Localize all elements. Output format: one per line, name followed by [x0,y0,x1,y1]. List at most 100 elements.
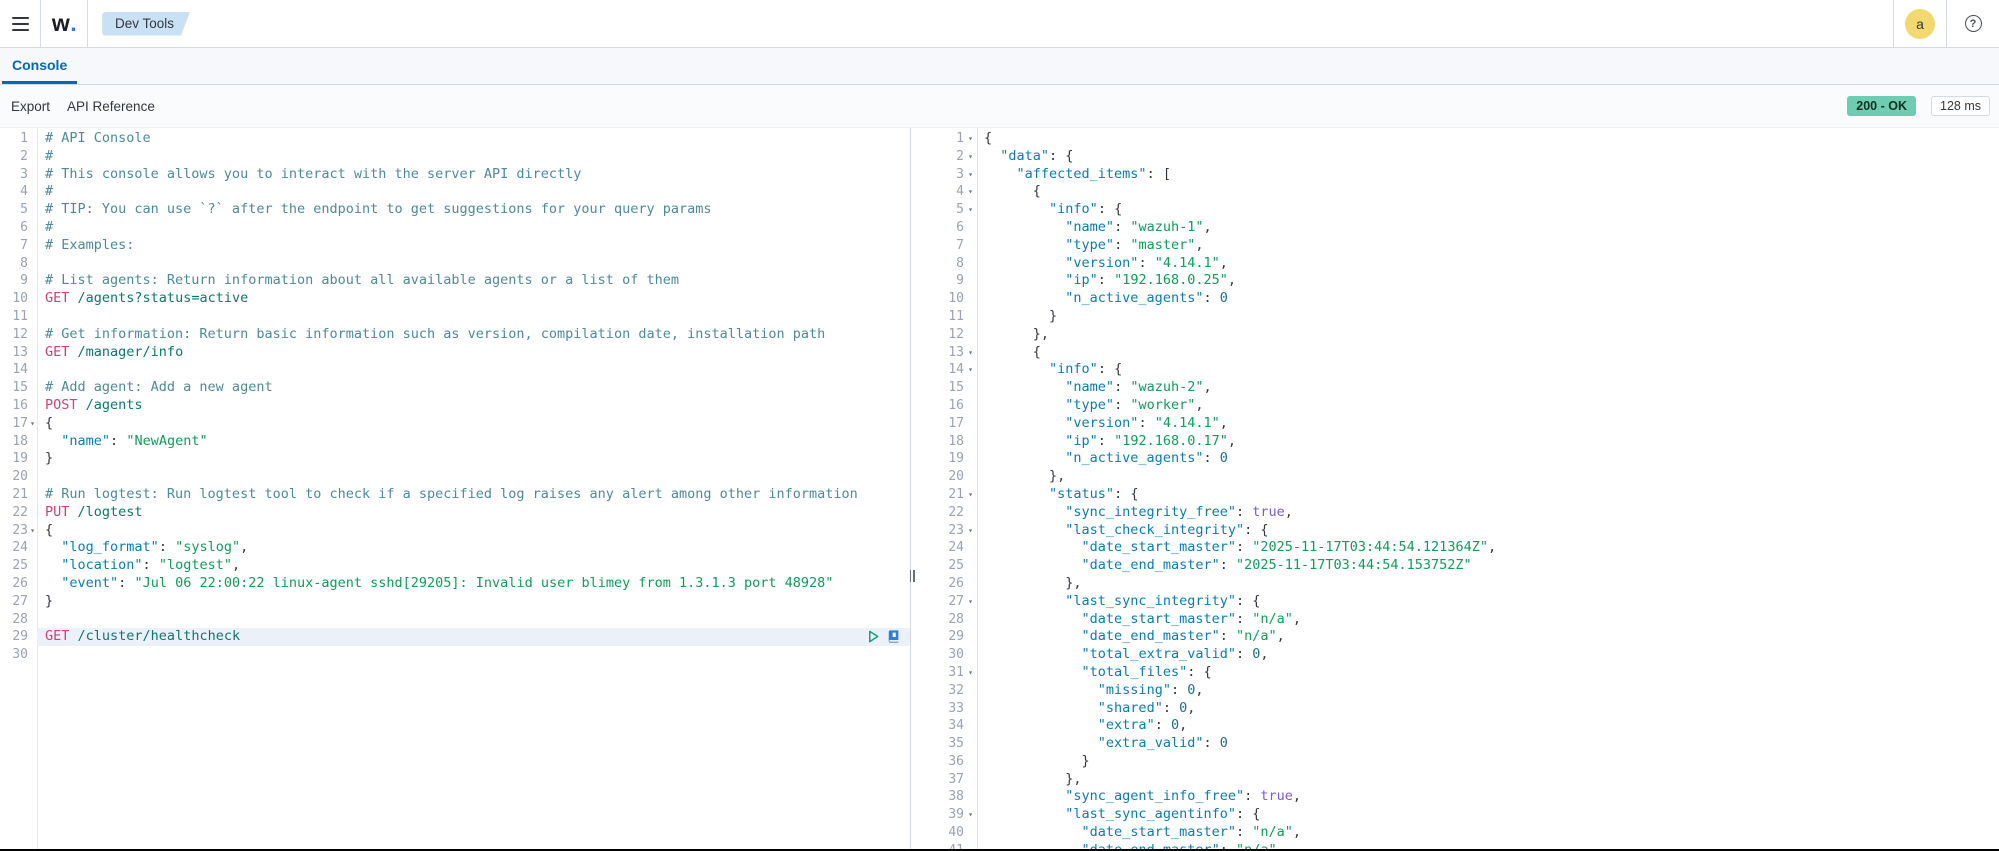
help-button[interactable]: ? [1947,0,1999,47]
code-line[interactable]: 6 "name": "wazuh-1", [911,219,1999,237]
code-line[interactable]: 20 }, [911,468,1999,486]
fold-toggle-icon[interactable]: ▾ [28,522,37,540]
code-line[interactable]: 5 ▾ "info": { [911,201,1999,219]
code-line[interactable]: 34 "extra": 0, [911,717,1999,735]
code-line[interactable]: 40 "date_start_master": "n/a", [911,824,1999,842]
code-line[interactable]: 26 }, [911,575,1999,593]
fold-toggle-icon[interactable]: ▾ [964,361,977,379]
code-line[interactable]: 27} [0,593,910,611]
code-line[interactable]: 28 "date_start_master": "n/a", [911,611,1999,629]
code-line[interactable]: 17 "version": "4.14.1", [911,415,1999,433]
code-line[interactable]: 18 "ip": "192.168.0.17", [911,433,1999,451]
fold-toggle-icon[interactable]: ▾ [964,166,977,184]
code-line[interactable]: 14 ▾ "info": { [911,361,1999,379]
code-line[interactable]: 8 [0,255,910,273]
wazuh-logo[interactable]: w. [41,0,87,47]
fold-toggle-icon[interactable]: ▾ [964,201,977,219]
fold-toggle-icon[interactable]: ▾ [964,183,977,201]
code-line[interactable]: 2 # [0,148,910,166]
code-line[interactable]: 38 "sync_agent_info_free": true, [911,788,1999,806]
tab-console[interactable]: Console [2,48,78,84]
open-documentation-icon[interactable] [887,629,901,644]
code-line[interactable]: 8 "version": "4.14.1", [911,255,1999,273]
code-line[interactable]: 5 # TIP: You can use `?` after the endpoi… [0,201,910,219]
code-line[interactable]: 7 "type": "master", [911,237,1999,255]
code-line[interactable]: 17 ▾ { [0,415,910,433]
code-line[interactable]: 35 "extra_valid": 0 [911,735,1999,753]
code-line[interactable]: 25 "location": "logtest", [0,557,910,575]
code-line[interactable]: 26 "event": "Jul 06 22:00:22 linux-agent… [0,575,910,593]
code-line[interactable]: 12 }, [911,326,1999,344]
code-line[interactable]: 3 ▾ "affected_items": [ [911,166,1999,184]
code-line[interactable]: 7 # Examples: [0,237,910,255]
code-line[interactable]: 30 "total_extra_valid": 0, [911,646,1999,664]
code-line[interactable]: 16 POST /agents [0,397,910,415]
code-line[interactable]: 22 PUT /logtest [0,504,910,522]
code-line[interactable]: 1 ▾ { [911,130,1999,148]
code-line[interactable]: 12 # Get information: Return basic inform… [0,326,910,344]
code-line[interactable]: 10 GET /agents?status=active [0,290,910,308]
code-line[interactable]: 29 "date_end_master": "n/a", [911,628,1999,646]
code-line[interactable]: 16 "type": "worker", [911,397,1999,415]
code-line[interactable]: 29 GET /cluster/healthcheck [0,628,910,647]
code-line[interactable]: 20 [0,468,910,486]
code-line[interactable]: 24 "date_start_master": "2025-11-17T03:4… [911,539,1999,557]
code-line[interactable]: 6 # [0,219,910,237]
code-line[interactable]: 19} [0,450,910,468]
code-line[interactable]: 19 "n_active_agents": 0 [911,450,1999,468]
code-line[interactable]: 3 # This console allows you to interact w… [0,166,910,184]
code-line[interactable]: 13 ▾ { [911,344,1999,362]
code-line[interactable]: 21 ▾ "status": { [911,486,1999,504]
code-line[interactable]: 25 "date_end_master": "2025-11-17T03:44:… [911,557,1999,575]
fold-toggle-icon[interactable]: ▾ [964,522,977,540]
code-line[interactable]: 18 "name": "NewAgent" [0,433,910,451]
menu-button[interactable] [0,0,40,47]
breadcrumb-dev-tools[interactable]: Dev Tools [102,12,190,36]
fold-toggle-icon[interactable]: ▾ [964,344,977,362]
code-line[interactable]: 22 "sync_integrity_free": true, [911,504,1999,522]
code-line[interactable]: 10 "n_active_agents": 0 [911,290,1999,308]
code-line[interactable]: 13 GET /manager/info [0,344,910,362]
code-line[interactable]: 2 ▾ "data": { [911,148,1999,166]
code-line[interactable]: 15 "name": "wazuh-2", [911,379,1999,397]
code-line[interactable]: 28 [0,611,910,629]
code-line[interactable]: 9 # List agents: Return information about… [0,272,910,290]
code-line[interactable]: 9 "ip": "192.168.0.25", [911,272,1999,290]
fold-toggle-icon[interactable]: ▾ [964,664,977,682]
code-line[interactable]: 24 "log_format": "syslog", [0,539,910,557]
api-reference-button[interactable]: API Reference [67,99,155,114]
code-line[interactable]: 32 "missing": 0, [911,682,1999,700]
code-line[interactable]: 30 [0,646,910,664]
fold-toggle-icon[interactable]: ▾ [964,486,977,504]
user-menu-button[interactable]: a [1894,0,1946,47]
send-request-icon[interactable] [866,629,881,644]
fold-toggle-icon[interactable]: ▾ [964,806,977,824]
code-text: "last_check_integrity": { [1065,521,1269,538]
code-line[interactable]: 23 ▾ "last_check_integrity": { [911,522,1999,540]
code-text: # TIP: You can use `?` after the endpoin… [45,201,712,218]
fold-toggle-icon[interactable]: ▾ [964,593,977,611]
pane-resize-handle[interactable] [906,568,918,584]
code-line[interactable]: 36 } [911,753,1999,771]
code-line[interactable]: 4 # [0,183,910,201]
response-viewer[interactable]: 1 ▾{2 ▾ "data": {3 ▾ "affected_items": [4 ▾ … [911,128,1999,849]
fold-toggle-icon[interactable]: ▾ [964,148,977,166]
code-line[interactable]: 39 ▾ "last_sync_agentinfo": { [911,806,1999,824]
code-line[interactable]: 37 }, [911,771,1999,789]
code-line[interactable]: 23 ▾ { [0,522,910,540]
code-line[interactable]: 11 [0,308,910,326]
code-line[interactable]: 14 [0,361,910,379]
fold-toggle-icon[interactable]: ▾ [28,415,37,433]
code-line[interactable]: 15 # Add agent: Add a new agent [0,379,910,397]
code-line[interactable]: 21 # Run logtest: Run logtest tool to che… [0,486,910,504]
code-line[interactable]: 41 "date_end_master": "n/a" [911,842,1999,849]
code-line[interactable]: 11 } [911,308,1999,326]
code-line[interactable]: 1 # API Console [0,130,910,148]
request-editor[interactable]: 1 # API Console 2 #3 # This console allows y… [0,128,911,849]
code-line[interactable]: 33 "shared": 0, [911,700,1999,718]
code-line[interactable]: 4 ▾ { [911,183,1999,201]
code-line[interactable]: 31 ▾ "total_files": { [911,664,1999,682]
code-line[interactable]: 27 ▾ "last_sync_integrity": { [911,593,1999,611]
fold-toggle-icon[interactable]: ▾ [964,130,977,148]
export-button[interactable]: Export [11,99,50,114]
